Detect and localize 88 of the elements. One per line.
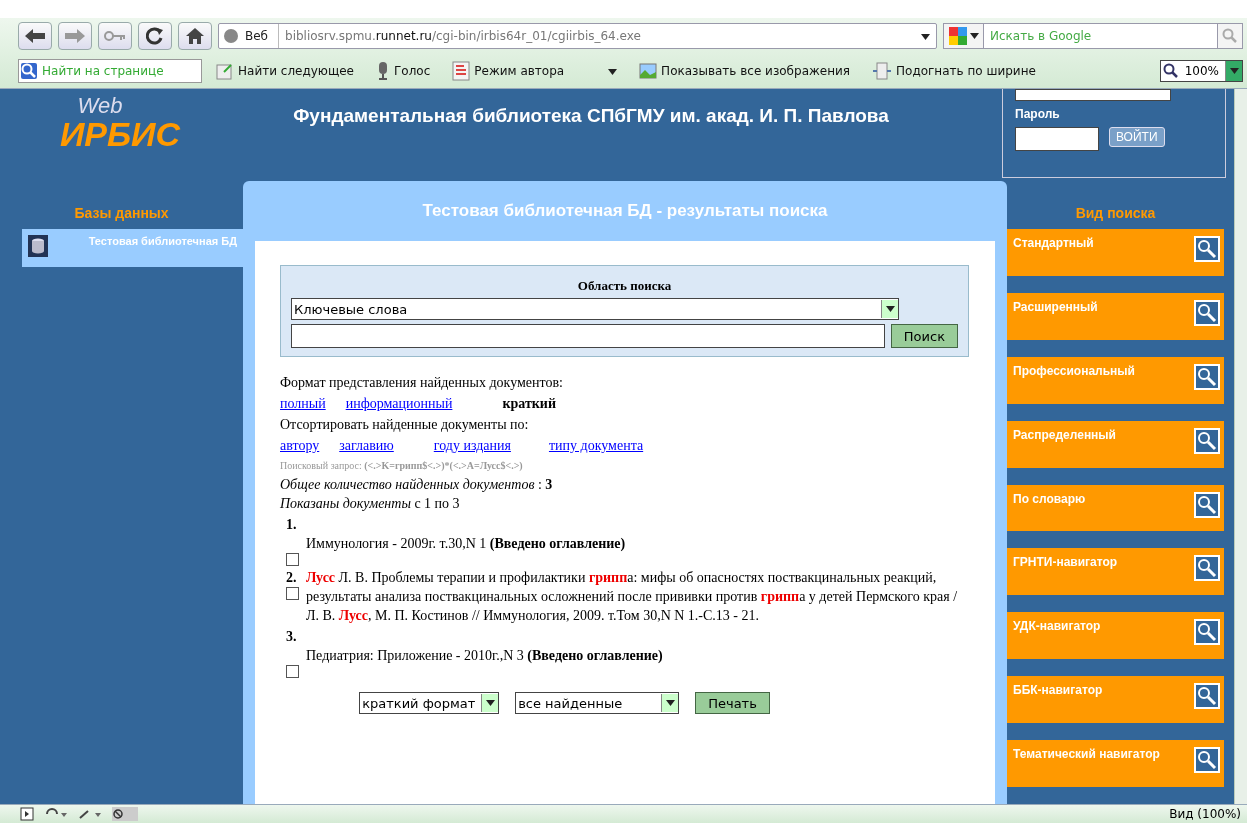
home-button[interactable] xyxy=(178,22,212,50)
search-query: Поисковый запрос: (<.>K=грипп$<.>)*(<.>A=Лусс$<.>) xyxy=(280,459,524,473)
microphone-icon xyxy=(376,61,390,81)
home-icon xyxy=(186,28,204,44)
search-icon xyxy=(1194,299,1220,326)
toolbar-button[interactable]: Показывать все изображения xyxy=(631,63,859,79)
search-field-select[interactable]: Ключевые слова xyxy=(291,298,899,320)
logo: Web ИРБИС xyxy=(58,92,182,150)
query-field[interactable] xyxy=(291,324,885,348)
sort-label: Отсортировать найденные документы по: xyxy=(280,416,530,434)
search-icon xyxy=(1194,747,1220,774)
format-label: Формат представления найденных документов: xyxy=(280,374,564,392)
record-number: 1. xyxy=(285,516,298,534)
key-button[interactable] xyxy=(98,22,132,50)
record-checkbox[interactable] xyxy=(286,665,299,678)
fit-width-icon xyxy=(872,62,893,80)
search-icon xyxy=(1194,683,1220,710)
scope-select[interactable]: все найденные xyxy=(515,692,680,714)
caret-icon xyxy=(921,34,930,40)
status-zoom[interactable]: Вид (100%) xyxy=(1169,807,1241,821)
find-next-icon xyxy=(216,62,234,80)
sort-link[interactable]: заглавию xyxy=(339,435,394,457)
password-label: Пароль xyxy=(1015,107,1061,121)
print-button[interactable]: Печать xyxy=(695,692,770,714)
sort-link[interactable]: году издания xyxy=(433,435,511,457)
site-title: Фундаментальная библиотека СПбГМУ им. акад. И. П. Павлова xyxy=(292,105,890,128)
format-link[interactable]: информационный xyxy=(345,393,453,415)
logo-icon xyxy=(948,26,968,46)
record-text: Лусс Л. В. Проблемы терапии и профилактики гриппа: мифы об опасностях поствакцинальных реакций, результаты анализа поствакцинальных осложнений после прививки против гриппа у детей Пермского края /Л. В. Лусс, М. П. Костинов // Иммунология, 2009. т.Том 30,N N 1.-С.13 - 21. xyxy=(306,569,959,625)
record-checkbox[interactable] xyxy=(286,553,299,566)
shown-range: Показаны документы с 1 по 3 xyxy=(280,495,461,513)
address-label: Веб xyxy=(239,24,279,48)
scrollbar[interactable] xyxy=(1234,89,1247,804)
search-icon xyxy=(1222,28,1238,44)
search-icon xyxy=(1194,491,1220,518)
database-icon xyxy=(28,235,48,257)
forward-button[interactable] xyxy=(58,22,92,50)
image-icon xyxy=(639,63,658,79)
caret-icon xyxy=(485,700,495,706)
format-select[interactable]: краткий формат xyxy=(359,692,500,714)
search-icon xyxy=(21,63,37,79)
databases-heading: Базы данных xyxy=(73,205,170,221)
panel-icon xyxy=(20,807,34,821)
web-search-field[interactable]: Искать в Google xyxy=(984,23,1218,49)
record-text: Педиатрия: Приложение - 2010г.,N 3 (Введено оглавление) xyxy=(306,647,664,665)
back-button[interactable] xyxy=(18,22,52,50)
search-icon xyxy=(1194,236,1220,262)
login-field[interactable] xyxy=(1015,89,1171,101)
format-link[interactable]: полный xyxy=(280,393,326,415)
zoom-dropdown[interactable]: 100% xyxy=(1159,60,1243,82)
sort-link[interactable]: типу документа xyxy=(548,435,644,457)
search-icon xyxy=(1194,363,1220,390)
record-checkbox[interactable] xyxy=(286,587,299,600)
toolbar-button[interactable]: Голос xyxy=(368,61,439,81)
address-bar[interactable]: Веб bibliosrv.spmu.runnet.ru/cgi-bin/irbis64r_01/cgiirbis_64.exe xyxy=(218,23,937,49)
zoom-icon xyxy=(1162,63,1179,79)
search-area-heading: Область поиска xyxy=(576,278,673,294)
total-count: Общее количество найденных документов : 3 xyxy=(280,476,554,494)
sort-link[interactable]: автору xyxy=(280,435,320,457)
record-text: Иммунология - 2009г. т.30,N 1 (Введено оглавление) xyxy=(306,535,627,553)
caret-icon xyxy=(970,33,979,39)
toolbar-button[interactable]: Режим автора xyxy=(444,61,626,81)
search-engine-button[interactable] xyxy=(943,23,984,49)
caret-icon xyxy=(885,306,895,312)
current-format: краткий xyxy=(502,395,556,413)
caret-icon xyxy=(1229,68,1239,74)
search-types-heading: Вид поиска xyxy=(1074,205,1157,221)
search-button[interactable]: Поиск xyxy=(890,324,958,348)
document-icon xyxy=(452,61,471,81)
refresh-button[interactable] xyxy=(138,22,172,50)
blocked-icon xyxy=(112,807,138,821)
search-icon xyxy=(1194,619,1220,646)
record-number: 3. xyxy=(285,628,298,646)
key-icon xyxy=(104,31,126,41)
search-icon xyxy=(1194,427,1220,454)
arrow-right-icon xyxy=(65,29,85,43)
search-button[interactable] xyxy=(1218,23,1243,49)
panel-title: Тестовая библиотечная БД - результаты поиска xyxy=(421,200,829,222)
password-field[interactable] xyxy=(1015,127,1099,151)
caret-icon xyxy=(608,69,618,75)
url-text: bibliosrv.spmu.runnet.ru/cgi-bin/irbis64r_01/cgiirbis_64.exe xyxy=(284,29,642,43)
refresh-icon xyxy=(146,27,164,45)
toolbar-button[interactable]: Найти следующее xyxy=(208,62,362,80)
caret-icon xyxy=(665,700,675,706)
arrow-left-icon xyxy=(25,29,45,43)
toolbar-button[interactable]: Подогнать по ширине xyxy=(864,62,1044,80)
record-number: 2. xyxy=(285,569,298,587)
search-icon xyxy=(1194,555,1220,582)
